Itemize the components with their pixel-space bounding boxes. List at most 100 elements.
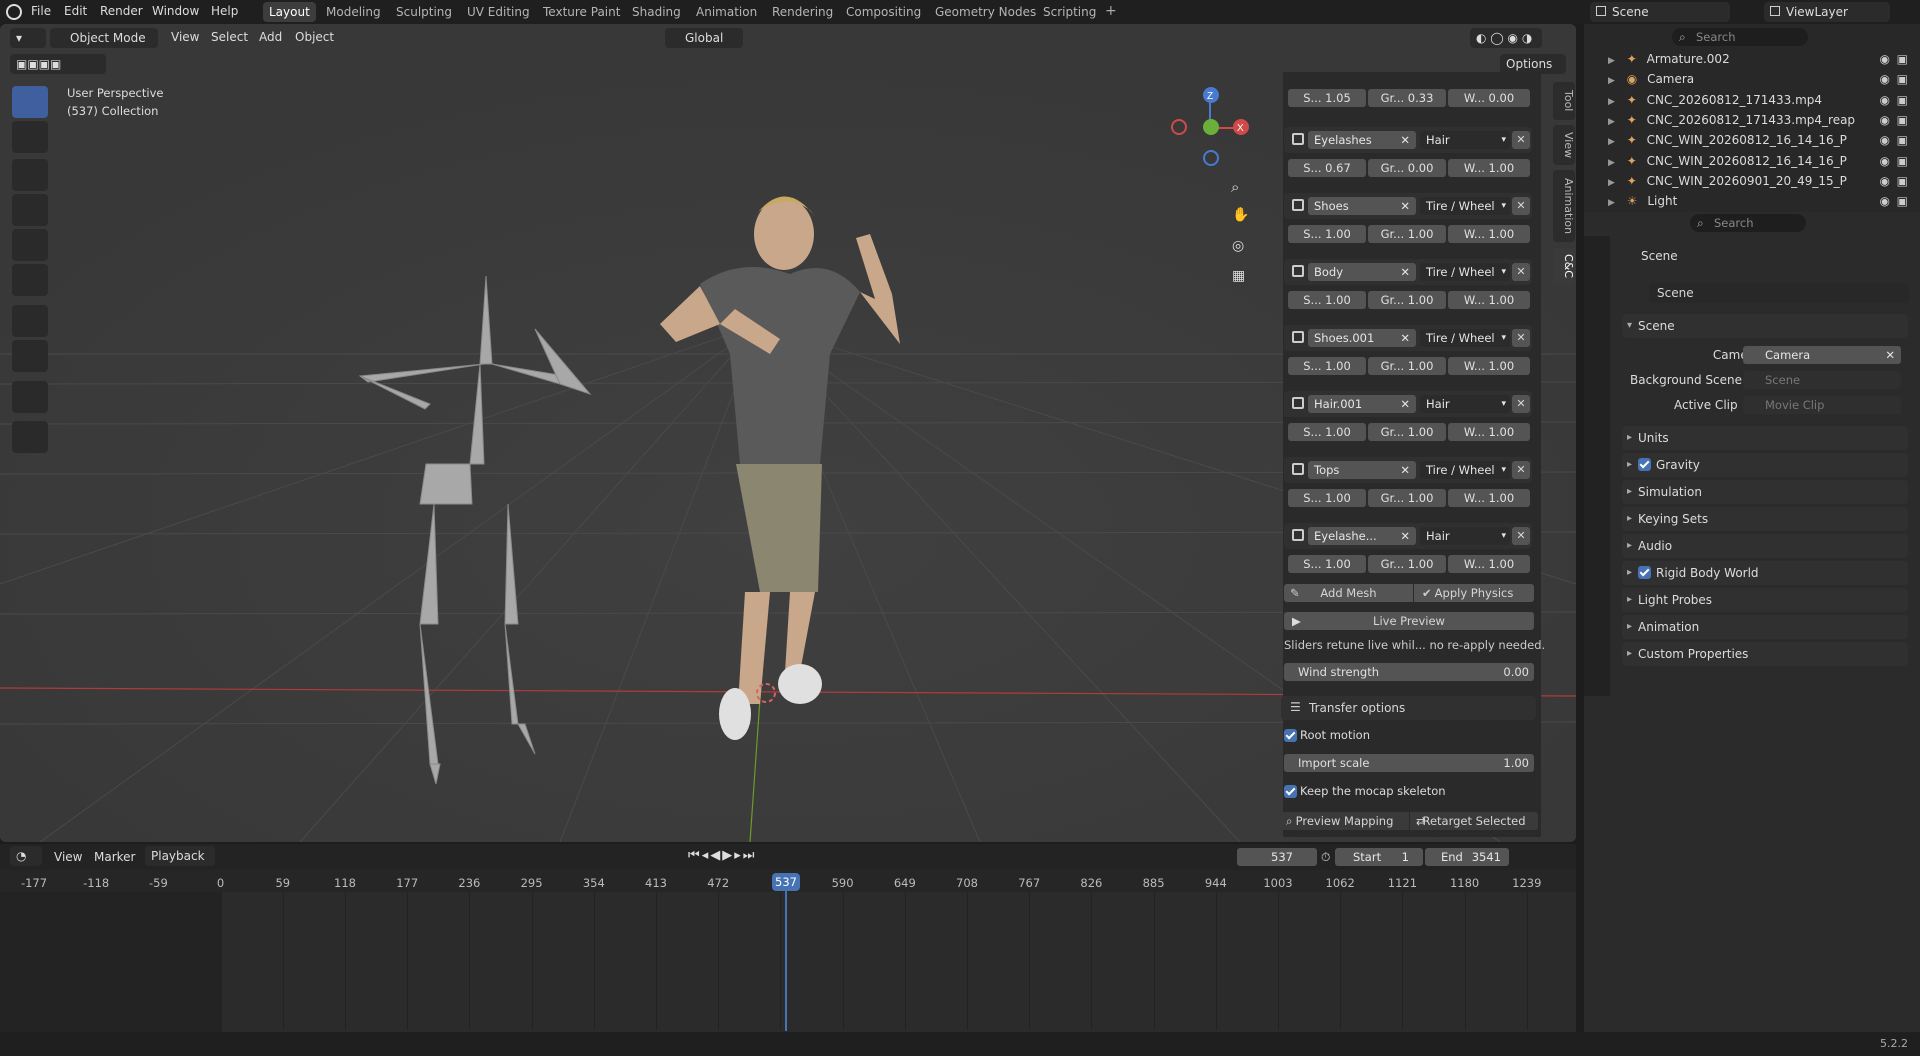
section-rigid-body-world[interactable]: ▸ Rigid Body World — [1622, 561, 1908, 585]
pan-hand-icon[interactable]: ✋ — [1232, 207, 1249, 223]
outliner-search-field[interactable]: ⌕ Search — [1672, 28, 1808, 46]
menu-help[interactable]: Help — [211, 4, 238, 18]
outliner-item[interactable]: ▶ ✦ CNC_20260812_171433.mp4 ◉ ▣ — [1608, 90, 1908, 110]
slot-object-field[interactable]: Body ✕ — [1308, 263, 1416, 281]
slot-gravity-slider[interactable]: Gr... 1.00 — [1368, 555, 1446, 573]
scene-selector[interactable]: Scene — [1590, 2, 1730, 22]
section-gravity[interactable]: ▸ Gravity — [1622, 453, 1908, 477]
remove-slot-button[interactable]: ✕ — [1512, 329, 1530, 347]
remove-slot-button[interactable]: ✕ — [1512, 527, 1530, 545]
playback-dropdown[interactable]: Playback — [145, 846, 215, 866]
section-units[interactable]: ▸ Units — [1622, 426, 1908, 450]
slot-object-field[interactable]: Shoes.001 ✕ — [1308, 329, 1416, 347]
visibility-eye-icon[interactable]: ◉ — [1880, 90, 1890, 110]
background-scene-field[interactable]: Scene — [1743, 371, 1901, 389]
visibility-eye-icon[interactable]: ◉ — [1880, 49, 1890, 69]
active-clip-field[interactable]: Movie Clip — [1743, 396, 1901, 414]
end-frame-field[interactable]: End 3541 — [1425, 848, 1509, 866]
slot-stiffness-slider[interactable]: S... 1.00 — [1288, 357, 1366, 375]
tab-rendering[interactable]: Rendering — [766, 2, 839, 22]
render-camera-icon[interactable]: ▣ — [1897, 191, 1908, 211]
section-enable-checkbox[interactable] — [1638, 458, 1651, 471]
camera-view-icon[interactable]: ◎ — [1232, 238, 1244, 254]
live-preview-button[interactable]: ▶ Live Preview — [1284, 612, 1534, 630]
tab-uv-editing[interactable]: UV Editing — [461, 2, 536, 22]
tab-compositing[interactable]: Compositing — [840, 2, 927, 22]
slot-type-dropdown[interactable]: Tire / Wheel ▾ — [1420, 197, 1510, 215]
zoom-icon[interactable]: ⌕ — [1231, 178, 1239, 196]
tool-scale[interactable] — [12, 229, 48, 261]
render-camera-icon[interactable]: ▣ — [1897, 130, 1908, 150]
side-tab-cc[interactable]: C&C — [1553, 248, 1575, 284]
expand-arrow-icon[interactable]: ▶ — [1608, 56, 1615, 66]
slot-gravity-slider[interactable]: Gr... 0.33 — [1368, 89, 1446, 107]
section-keying-sets[interactable]: ▸ Keying Sets — [1622, 507, 1908, 531]
slot-object-field[interactable]: Eyelashes ✕ — [1308, 131, 1416, 149]
remove-slot-button[interactable]: ✕ — [1512, 461, 1530, 479]
slot-type-dropdown[interactable]: Hair ▾ — [1420, 131, 1510, 149]
tool-move[interactable] — [12, 159, 48, 191]
visibility-eye-icon[interactable]: ◉ — [1880, 69, 1890, 89]
section-audio[interactable]: ▸ Audio — [1622, 534, 1908, 558]
properties-tabs[interactable] — [1584, 236, 1610, 696]
tab-animation[interactable]: Animation — [690, 2, 763, 22]
tab-texture-paint[interactable]: Texture Paint — [537, 2, 626, 22]
outliner-item[interactable]: ▶ ✦ CNC_WIN_20260812_16_14_16_P ◉ ▣ — [1608, 151, 1908, 171]
slot-type-dropdown[interactable]: Hair ▾ — [1420, 395, 1510, 413]
timeline-editor-type[interactable]: ◔ — [10, 846, 42, 866]
slot-object-field[interactable]: Shoes ✕ — [1308, 197, 1416, 215]
slot-wind-slider[interactable]: W... 1.00 — [1448, 423, 1530, 441]
slot-type-dropdown[interactable]: Tire / Wheel ▾ — [1420, 329, 1510, 347]
remove-slot-button[interactable]: ✕ — [1512, 395, 1530, 413]
add-workspace-icon[interactable]: + — [1105, 3, 1117, 19]
add-mesh-button[interactable]: ✎ Add Mesh — [1284, 584, 1413, 602]
scene-datablock-field[interactable]: Scene — [1649, 283, 1909, 303]
slot-wind-slider[interactable]: W... 1.00 — [1448, 555, 1530, 573]
visibility-eye-icon[interactable]: ◉ — [1880, 171, 1890, 191]
slot-stiffness-slider[interactable]: S... 1.00 — [1288, 489, 1366, 507]
remove-slot-button[interactable]: ✕ — [1512, 263, 1530, 281]
side-tab-tool[interactable]: Tool — [1553, 82, 1575, 120]
slot-type-dropdown[interactable]: Tire / Wheel ▾ — [1420, 263, 1510, 281]
side-tab-view[interactable]: View — [1553, 125, 1575, 165]
section-simulation[interactable]: ▸ Simulation — [1622, 480, 1908, 504]
stopwatch-icon[interactable]: ⏱ — [1321, 850, 1330, 865]
camera-field[interactable]: Camera ✕ — [1743, 346, 1901, 364]
expand-arrow-icon[interactable]: ▶ — [1608, 137, 1615, 147]
side-tab-animation[interactable]: Animation — [1553, 170, 1575, 242]
slot-stiffness-slider[interactable]: S... 1.00 — [1288, 555, 1366, 573]
viewlayer-selector[interactable]: ViewLayer — [1764, 2, 1890, 22]
ortho-grid-icon[interactable]: ▦ — [1232, 268, 1245, 284]
menu-select[interactable]: Select — [211, 30, 248, 44]
import-scale-slider[interactable]: Import scale 1.00 — [1284, 754, 1534, 772]
remove-slot-button[interactable]: ✕ — [1512, 131, 1530, 149]
outliner-item[interactable]: ▶ ✦ CNC_WIN_20260901_20_49_15_P ◉ ▣ — [1608, 171, 1908, 191]
tab-geometry-nodes[interactable]: Geometry Nodes — [929, 2, 1042, 22]
clear-icon[interactable]: ✕ — [1885, 346, 1895, 364]
tab-scripting[interactable]: Scripting — [1037, 2, 1102, 22]
outliner-item[interactable]: ▶ ✦ CNC_20260812_171433.mp4_reap ◉ ▣ — [1608, 110, 1908, 130]
slot-object-field[interactable]: Eyelashe... ✕ — [1308, 527, 1416, 545]
section-custom-properties[interactable]: ▸ Custom Properties — [1622, 642, 1908, 666]
expand-arrow-icon[interactable]: ▶ — [1608, 117, 1615, 127]
menu-view[interactable]: View — [171, 30, 199, 44]
preview-mapping-button[interactable]: ⌕ Preview Mapping — [1280, 812, 1409, 830]
slot-gravity-slider[interactable]: Gr... 1.00 — [1368, 225, 1446, 243]
slot-stiffness-slider[interactable]: S... 1.00 — [1288, 225, 1366, 243]
start-frame-field[interactable]: Start 1 — [1335, 848, 1423, 866]
slot-object-field[interactable]: Hair.001 ✕ — [1308, 395, 1416, 413]
slot-object-field[interactable]: Tops ✕ — [1308, 461, 1416, 479]
visibility-eye-icon[interactable]: ◉ — [1880, 151, 1890, 171]
scene-section-header[interactable]: ▾ Scene — [1622, 314, 1908, 338]
expand-arrow-icon[interactable]: ▶ — [1608, 198, 1615, 208]
menu-edit[interactable]: Edit — [64, 4, 87, 18]
blender-logo-icon[interactable] — [6, 4, 22, 20]
slot-wind-slider[interactable]: W... 1.00 — [1448, 159, 1530, 177]
tool-measure[interactable] — [12, 340, 48, 372]
apply-physics-button[interactable]: ✔ Apply Physics — [1414, 584, 1534, 602]
menu-file[interactable]: File — [31, 4, 51, 18]
slot-wind-slider[interactable]: W... 1.00 — [1448, 357, 1530, 375]
transfer-options-header[interactable]: ☰ Transfer options — [1281, 696, 1536, 720]
slot-wind-slider[interactable]: W... 0.00 — [1448, 89, 1530, 107]
slot-wind-slider[interactable]: W... 1.00 — [1448, 291, 1530, 309]
